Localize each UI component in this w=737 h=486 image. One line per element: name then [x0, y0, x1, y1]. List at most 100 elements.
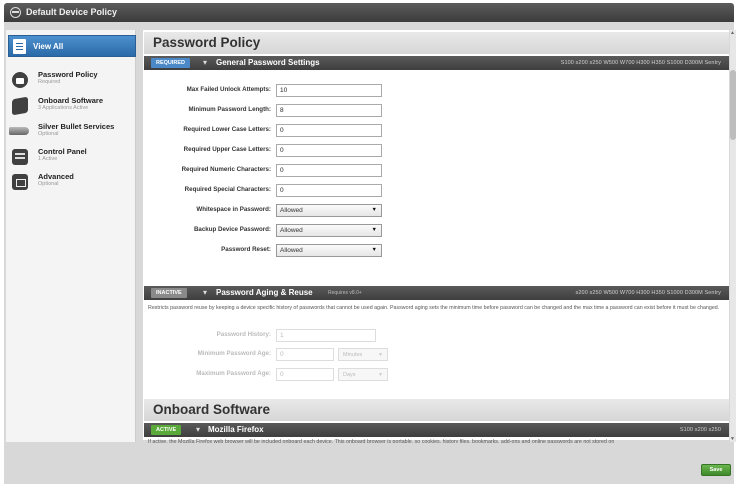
- sidebar-item-sub: Required: [38, 79, 61, 85]
- min-password-age-input[interactable]: 0: [276, 348, 334, 361]
- dropdown-arrow-icon: ▼: [371, 247, 377, 253]
- select-value: Days: [343, 372, 356, 378]
- field-row: Minimum Password Length: 8: [150, 104, 390, 117]
- sidebar-item-view-all[interactable]: View All: [8, 35, 136, 57]
- scroll-down-icon[interactable]: ▼: [730, 436, 735, 442]
- field-row: Minimum Password Age: 0 Minutes ▼: [150, 348, 390, 361]
- app-logo-icon: [10, 7, 21, 18]
- sidebar-item-label: Silver Bullet Services: [38, 122, 115, 131]
- field-row: Required Upper Case Letters: 0: [150, 144, 390, 157]
- min-age-unit-select[interactable]: Minutes ▼: [338, 348, 388, 361]
- sidebar-item-onboard-software[interactable]: Onboard Software 3 Applications Active: [12, 96, 132, 122]
- dropdown-arrow-icon: ▼: [378, 352, 383, 358]
- field-label: Required Upper Case Letters:: [183, 146, 271, 153]
- sidebar-item-label: View All: [33, 42, 64, 51]
- field-row: Password History: 1: [150, 329, 390, 342]
- section-onboard-software: Onboard Software: [144, 399, 729, 421]
- field-label: Whitespace in Password:: [196, 206, 271, 213]
- chevron-down-icon[interactable]: ▾: [203, 288, 207, 297]
- field-label: Backup Device Password:: [193, 226, 271, 233]
- field-row: Required Lower Case Letters: 0: [150, 124, 390, 137]
- group-title: Mozilla Firefox: [208, 425, 264, 434]
- control-panel-icon: [12, 149, 28, 165]
- select-value: Allowed: [280, 207, 303, 214]
- sidebar-item-control-panel[interactable]: Control Panel 1 Active: [12, 147, 132, 173]
- upper-case-input[interactable]: 0: [276, 144, 382, 157]
- sidebar-item-sub: Optional: [38, 181, 59, 187]
- field-label: Password Reset:: [221, 246, 271, 253]
- sidebar-item-label: Onboard Software: [38, 96, 104, 105]
- footer-bar: [4, 443, 734, 484]
- whitespace-select[interactable]: Allowed ▼: [276, 204, 382, 217]
- field-row: Required Special Characters: 0: [150, 184, 390, 197]
- field-row: Backup Device Password: Allowed ▼: [150, 224, 390, 237]
- field-row: Max Failed Unlock Attempts: 10: [150, 84, 390, 97]
- password-reset-select[interactable]: Allowed ▼: [276, 244, 382, 257]
- window-title: Default Device Policy: [26, 7, 118, 17]
- page-title: Password Policy: [153, 35, 261, 50]
- sidebar-item-advanced[interactable]: Advanced Optional: [12, 172, 132, 198]
- group-header-aging[interactable]: INACTIVE ▾ Password Aging & Reuse Requir…: [144, 286, 729, 300]
- group-header-firefox[interactable]: ACTIVE ▾ Mozilla Firefox S100 s200 s250: [144, 423, 729, 437]
- advanced-icon: [12, 174, 28, 190]
- select-value: Allowed: [280, 227, 303, 234]
- dropdown-arrow-icon: ▼: [371, 207, 377, 213]
- status-badge[interactable]: INACTIVE: [151, 288, 187, 298]
- device-models: S100 s200 s250: [679, 427, 721, 433]
- dropdown-arrow-icon: ▼: [378, 372, 383, 378]
- sidebar-item-sub: 1 Active: [38, 156, 58, 162]
- field-label: Minimum Password Age:: [197, 350, 271, 357]
- sidebar-item-label: Password Policy: [38, 70, 98, 79]
- field-label: Required Numeric Characters:: [181, 166, 271, 173]
- device-models: S100 s200 s250 W500 W700 H300 H350 S1000…: [560, 60, 721, 66]
- sidebar-item-silver-bullet[interactable]: Silver Bullet Services Optional: [9, 122, 132, 148]
- section-password-policy: Password Policy: [144, 32, 729, 54]
- special-chars-input[interactable]: 0: [276, 184, 382, 197]
- lower-case-input[interactable]: 0: [276, 124, 382, 137]
- sidebar-item-label: Control Panel: [38, 147, 87, 156]
- group-title: Password Aging & Reuse: [216, 288, 313, 297]
- backup-password-select[interactable]: Allowed ▼: [276, 224, 382, 237]
- numeric-input[interactable]: 0: [276, 164, 382, 177]
- max-failed-attempts-input[interactable]: 10: [276, 84, 382, 97]
- field-label: Minimum Password Length:: [188, 106, 271, 113]
- scroll-up-icon[interactable]: ▲: [730, 30, 735, 36]
- dropdown-arrow-icon: ▼: [371, 227, 377, 233]
- field-row: Whitespace in Password: Allowed ▼: [150, 204, 390, 217]
- save-button[interactable]: Save: [701, 464, 731, 476]
- chevron-down-icon[interactable]: ▾: [196, 425, 200, 434]
- sidebar-item-label: Advanced: [38, 172, 74, 181]
- sidebar-item-sub: 3 Applications Active: [38, 105, 89, 111]
- status-badge[interactable]: REQUIRED: [151, 58, 191, 68]
- device-models: s200 s250 W500 W700 H300 H350 S1000 D300…: [575, 290, 721, 296]
- max-age-unit-select[interactable]: Days ▼: [338, 368, 388, 381]
- field-label: Password History:: [216, 331, 271, 338]
- aging-description: Restricts password reuse by keeping a de…: [148, 305, 720, 311]
- bullet-icon: [9, 127, 29, 135]
- field-label: Required Lower Case Letters:: [183, 126, 271, 133]
- field-row: Maximum Password Age: 0 Days ▼: [150, 368, 390, 381]
- field-row: Required Numeric Characters: 0: [150, 164, 390, 177]
- field-label: Max Failed Unlock Attempts:: [186, 86, 271, 93]
- scrollbar[interactable]: ▲ ▼: [730, 30, 736, 442]
- password-history-input[interactable]: 1: [276, 329, 376, 342]
- status-badge[interactable]: ACTIVE: [151, 425, 182, 435]
- select-value: Allowed: [280, 247, 303, 254]
- sidebar-item-password-policy[interactable]: Password Policy Required: [12, 70, 132, 96]
- select-value: Minutes: [343, 352, 363, 358]
- field-label: Required Special Characters:: [184, 186, 271, 193]
- document-icon: [13, 39, 26, 54]
- scrollbar-thumb[interactable]: [730, 70, 736, 140]
- field-row: Password Reset: Allowed ▼: [150, 244, 390, 257]
- version-note: Requires v8.0+: [328, 290, 362, 296]
- lock-icon: [12, 72, 28, 88]
- sidebar-item-sub: Optional: [38, 131, 59, 137]
- min-password-length-input[interactable]: 8: [276, 104, 382, 117]
- section-heading: Onboard Software: [153, 402, 271, 417]
- chevron-down-icon[interactable]: ▾: [203, 58, 207, 67]
- max-password-age-input[interactable]: 0: [276, 368, 334, 381]
- group-header-general[interactable]: REQUIRED ▾ General Password Settings S10…: [144, 56, 729, 70]
- box-icon: [12, 96, 28, 116]
- window-titlebar: Default Device Policy: [4, 3, 734, 22]
- group-title: General Password Settings: [216, 58, 320, 67]
